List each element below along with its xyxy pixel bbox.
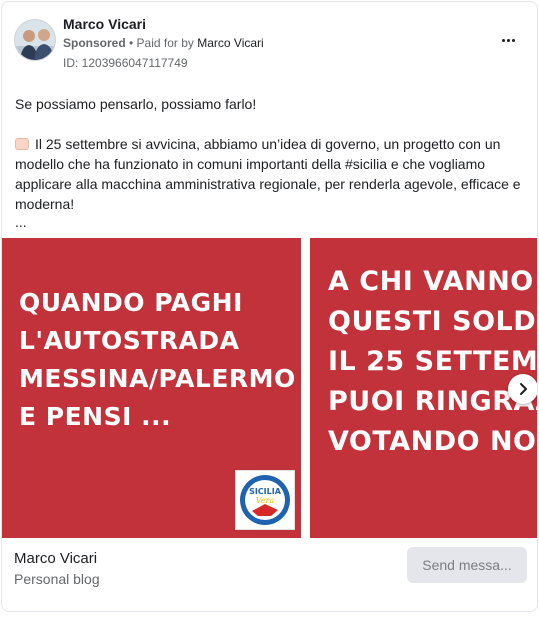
post-text-paragraph: Il 25 settembre si avvicina, abbiamo un’… [15,134,527,214]
ad-card: Marco Vicari Sponsored • Paid for by Mar… [1,1,538,612]
page-category: Personal blog [14,571,100,587]
see-more-link[interactable]: ... [15,214,527,230]
sicilia-vera-logo: SICILIA Vera [235,470,295,530]
sponsored-label: Sponsored [63,36,126,50]
send-message-button[interactable]: Send messa... [407,547,527,583]
svg-text:SICILIA: SICILIA [249,487,282,496]
author-avatar[interactable] [14,19,56,61]
image-carousel[interactable]: QUANDO PAGHI L'AUTOSTRADA MESSINA/PALERM… [2,238,538,538]
page-name[interactable]: Marco Vicari [14,550,97,567]
ad-id: ID: 1203966047117749 [63,56,188,70]
sponsored-line: Sponsored • Paid for by Marco Vicari [63,36,264,50]
paid-for-prefix: • Paid for by [125,36,198,50]
post-text-line2: Il 25 settembre si avvicina, abbiamo un’… [15,136,521,212]
carousel-next-button[interactable] [508,374,537,404]
paid-for-name[interactable]: Marco Vicari [197,36,263,50]
post-text-line1: Se possiamo pensarlo, possiamo farlo! [15,96,257,112]
more-horizontal-icon [501,38,515,42]
slide1-text: QUANDO PAGHI L'AUTOSTRADA MESSINA/PALERM… [19,288,296,431]
post-text: Se possiamo pensarlo, possiamo farlo! Il… [15,94,527,230]
carousel-slide-2[interactable]: A CHI VANNO QUESTI SOLDI ... IL 25 SETTE… [310,238,538,538]
fist-emoji-icon [15,138,29,150]
more-options-button[interactable] [497,32,519,48]
slide2-text: A CHI VANNO QUESTI SOLDI ... IL 25 SETTE… [328,266,538,457]
chevron-right-icon [520,383,527,395]
svg-text:Vera: Vera [256,496,275,505]
carousel-slide-1[interactable]: QUANDO PAGHI L'AUTOSTRADA MESSINA/PALERM… [2,238,301,538]
post-header: Marco Vicari Sponsored • Paid for by Mar… [2,2,537,82]
author-name[interactable]: Marco Vicari [63,16,146,32]
